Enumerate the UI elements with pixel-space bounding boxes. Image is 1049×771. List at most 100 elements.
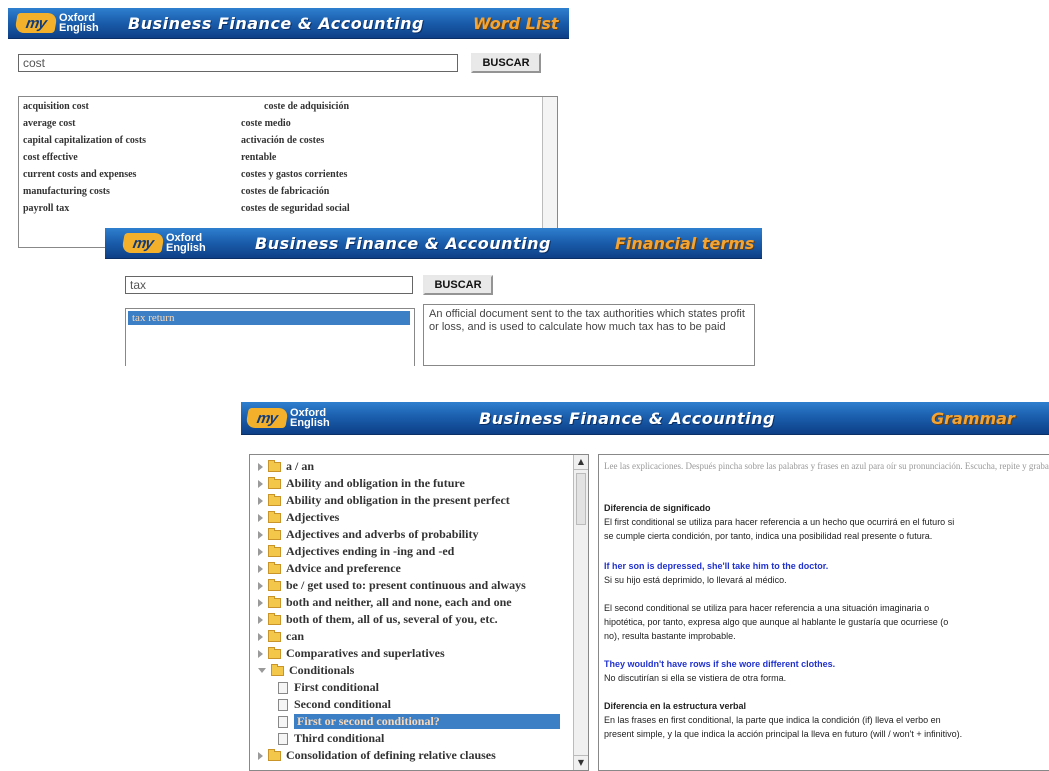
- logo-line1: Oxford: [166, 231, 203, 244]
- list-item-en[interactable]: current costs and expenses: [23, 169, 136, 180]
- oxford-logo: my Oxford English: [245, 405, 330, 430]
- folder-icon: [268, 459, 281, 472]
- app-title: Business Finance & Accounting: [479, 409, 775, 428]
- folder-open-icon: [271, 663, 284, 676]
- expand-arrow-icon[interactable]: [258, 496, 263, 505]
- tree-subitem[interactable]: First conditional: [278, 679, 379, 696]
- logo-mark: my: [14, 12, 58, 33]
- collapse-arrow-icon[interactable]: [258, 668, 266, 673]
- list-item-en[interactable]: manufacturing costs: [23, 186, 110, 197]
- expand-arrow-icon[interactable]: [258, 751, 263, 760]
- scroll-up-icon[interactable]: ▲: [574, 455, 588, 470]
- oxford-logo: my Oxford English: [121, 230, 206, 255]
- tree-item[interactable]: Conditionals: [258, 662, 354, 679]
- tree-item-label: Adjectives ending in -ing and -ed: [286, 544, 455, 558]
- folder-icon: [268, 561, 281, 574]
- app-title: Business Finance & Accounting: [128, 14, 424, 33]
- list-item-en[interactable]: average cost: [23, 118, 75, 129]
- list-item-es[interactable]: rentable: [241, 152, 276, 163]
- tree-subitem-selected[interactable]: First or second conditional?: [278, 713, 560, 730]
- search-input[interactable]: tax: [125, 276, 413, 294]
- header-bar: my Oxford English Business Finance & Acco…: [241, 402, 1049, 435]
- tree-item-label: can: [286, 629, 304, 643]
- tree-item[interactable]: Adjectives: [258, 509, 339, 526]
- tree-scrollbar[interactable]: ▲ ▼: [573, 455, 588, 770]
- list-item-es[interactable]: costes y gastos corrientes: [241, 169, 347, 180]
- expand-arrow-icon[interactable]: [258, 462, 263, 471]
- search-button[interactable]: BUSCAR: [423, 275, 493, 295]
- folder-icon: [268, 595, 281, 608]
- tree-item-label: both of them, all of us, several of you,…: [286, 612, 498, 626]
- tree-item[interactable]: can: [258, 628, 304, 645]
- selected-term[interactable]: tax return: [128, 311, 410, 325]
- tree-subitem[interactable]: Third conditional: [278, 730, 384, 747]
- expand-arrow-icon[interactable]: [258, 479, 263, 488]
- list-item-en[interactable]: cost effective: [23, 152, 78, 163]
- expand-arrow-icon[interactable]: [258, 598, 263, 607]
- oxford-logo: my Oxford English: [14, 10, 99, 35]
- audio-example-link[interactable]: They wouldn't have rows if she wore diff…: [604, 657, 835, 671]
- paragraph-line: present simple, y la que indica la acció…: [604, 729, 963, 739]
- section-heading: Diferencia de significado: [604, 503, 711, 513]
- logo-mark: my: [121, 232, 165, 253]
- document-icon: [278, 698, 288, 711]
- document-icon: [278, 681, 288, 694]
- folder-icon: [268, 493, 281, 506]
- tree-item-label: Comparatives and superlatives: [286, 646, 445, 660]
- terms-list: tax return: [125, 308, 415, 366]
- list-item-es[interactable]: coste medio: [241, 118, 291, 129]
- tree-item[interactable]: Comparatives and superlatives: [258, 645, 445, 662]
- tree-item-label: Ability and obligation in the future: [286, 476, 465, 490]
- logo-line2: English: [166, 241, 206, 254]
- definition-box: An official document sent to the tax aut…: [423, 304, 755, 366]
- scroll-down-icon[interactable]: ▼: [574, 755, 588, 770]
- list-item-es[interactable]: activación de costes: [241, 135, 324, 146]
- scroll-thumb[interactable]: [576, 473, 586, 525]
- tree-item-label: Adjectives and adverbs of probability: [286, 527, 479, 541]
- section-title: Word List: [473, 14, 559, 33]
- list-item-es[interactable]: costes de seguridad social: [241, 203, 350, 214]
- expand-arrow-icon[interactable]: [258, 547, 263, 556]
- tree-item-label: Adjectives: [286, 510, 340, 524]
- tree-item[interactable]: both and neither, all and none, each and…: [258, 594, 512, 611]
- tree-item[interactable]: Ability and obligation in the future: [258, 475, 465, 492]
- tree-item[interactable]: a / an: [258, 458, 314, 475]
- search-button[interactable]: BUSCAR: [471, 53, 541, 73]
- grammar-tree: a / an Ability and obligation in the fut…: [249, 454, 589, 771]
- financial-terms-window: my Oxford English Business Finance & Acco…: [105, 228, 762, 366]
- tree-item[interactable]: Advice and preference: [258, 560, 401, 577]
- expand-arrow-icon[interactable]: [258, 530, 263, 539]
- audio-example-link[interactable]: If her son is depressed, she'll take him…: [604, 559, 828, 573]
- tree-item[interactable]: Consolidation of defining relative claus…: [258, 747, 496, 764]
- intro-text: Lee las explicaciones. Después pincha so…: [604, 461, 1049, 471]
- list-item-es[interactable]: costes de fabricación: [241, 186, 329, 197]
- logo-line2: English: [290, 416, 330, 429]
- tree-item[interactable]: Adjectives and adverbs of probability: [258, 526, 478, 543]
- tree-item-label: Consolidation of defining relative claus…: [286, 748, 496, 762]
- tree-subitem[interactable]: Second conditional: [278, 696, 391, 713]
- paragraph-line: En las frases en first conditional, la p…: [604, 715, 941, 725]
- tree-item-label: First or second conditional?: [294, 714, 560, 729]
- header-bar: my Oxford English Business Finance & Acco…: [8, 8, 569, 39]
- search-input[interactable]: cost: [18, 54, 458, 72]
- list-scrollbar[interactable]: [542, 97, 557, 247]
- expand-arrow-icon[interactable]: [258, 513, 263, 522]
- tree-item-label: Ability and obligation in the present pe…: [286, 493, 510, 507]
- expand-arrow-icon[interactable]: [258, 632, 263, 641]
- folder-icon: [268, 476, 281, 489]
- expand-arrow-icon[interactable]: [258, 581, 263, 590]
- tree-item[interactable]: be / get used to: present continuous and…: [258, 577, 526, 594]
- paragraph-line: se cumple cierta condición, por tanto, i…: [604, 531, 933, 541]
- folder-icon: [268, 578, 281, 591]
- tree-item[interactable]: Ability and obligation in the present pe…: [258, 492, 510, 509]
- list-item-en[interactable]: capital capitalization of costs: [23, 135, 146, 146]
- list-item-en[interactable]: acquisition cost: [23, 101, 89, 112]
- expand-arrow-icon[interactable]: [258, 649, 263, 658]
- expand-arrow-icon[interactable]: [258, 615, 263, 624]
- folder-icon: [268, 748, 281, 761]
- tree-item[interactable]: Adjectives ending in -ing and -ed: [258, 543, 454, 560]
- expand-arrow-icon[interactable]: [258, 564, 263, 573]
- list-item-en[interactable]: payroll tax: [23, 203, 69, 214]
- list-item-es[interactable]: coste de adquisición: [264, 101, 349, 112]
- tree-item[interactable]: both of them, all of us, several of you,…: [258, 611, 498, 628]
